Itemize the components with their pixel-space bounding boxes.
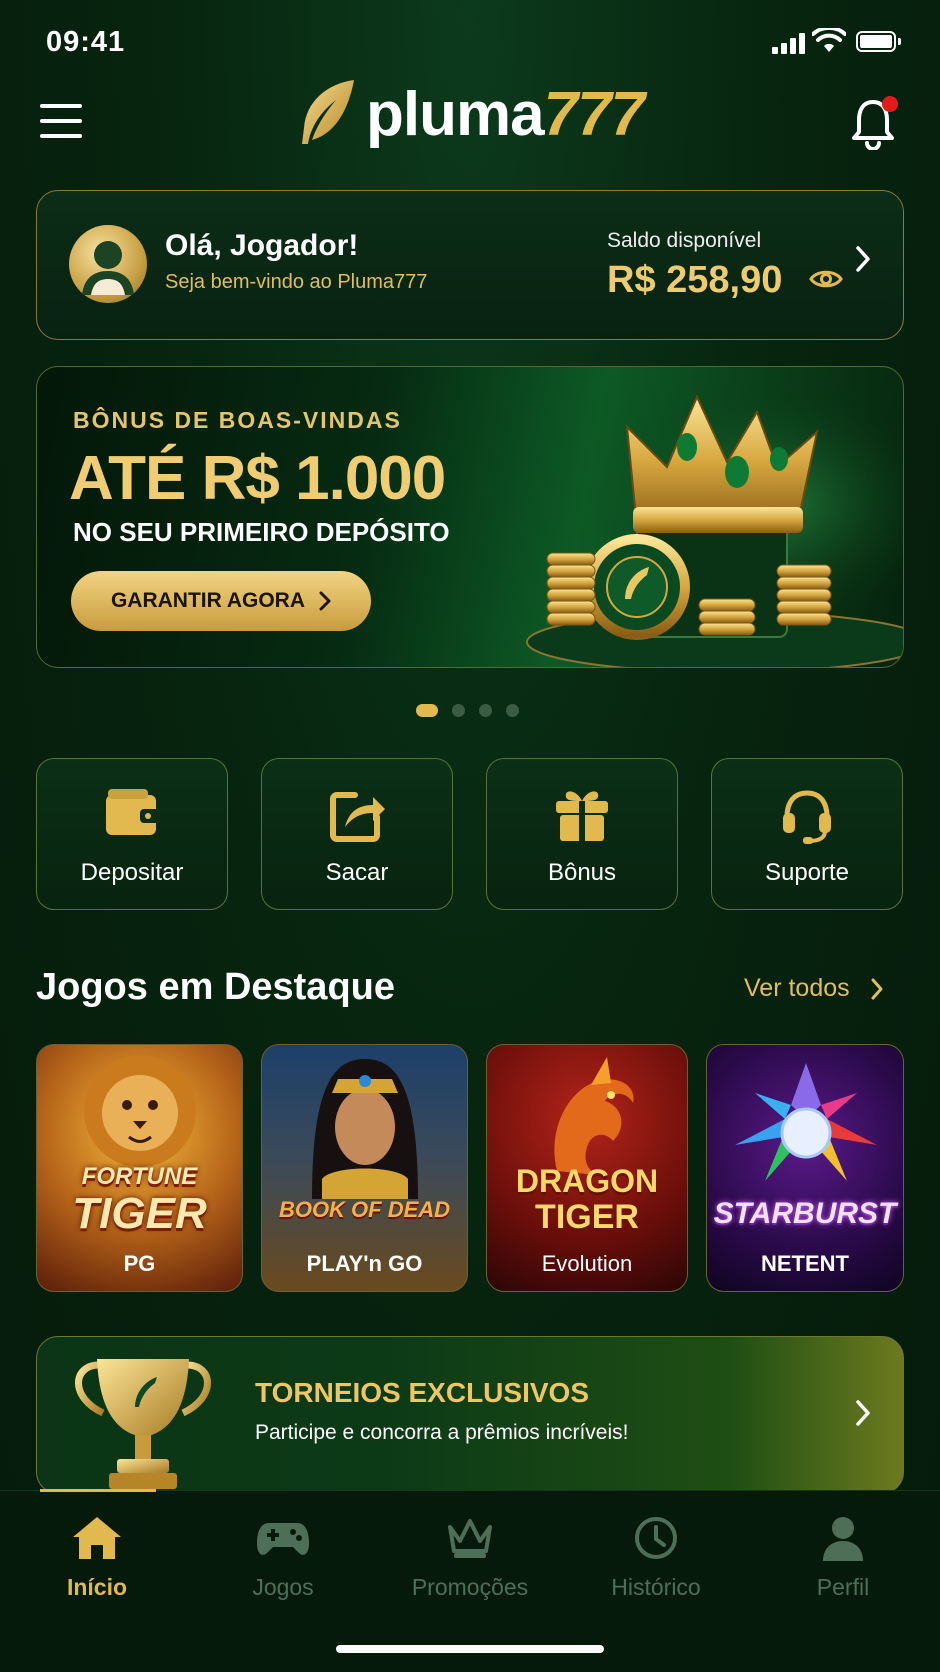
notifications-button[interactable]	[850, 96, 900, 150]
starburst-gem-icon	[735, 1063, 877, 1181]
tournaments-banner[interactable]: TORNEIOS EXCLUSIVOS Participe e concorra…	[36, 1336, 904, 1494]
nav-item-history[interactable]: Histórico	[581, 1515, 731, 1601]
feather-logo-icon	[302, 80, 354, 144]
balance-label: Saldo disponível	[607, 229, 762, 252]
featured-games-title: Jogos em Destaque	[36, 966, 395, 1008]
game-card-dragon-tiger[interactable]: DRAGON TIGER Evolution	[486, 1044, 688, 1292]
nav-label-games: Jogos	[252, 1574, 314, 1600]
nav-label-home: Início	[66, 1574, 128, 1600]
support-button[interactable]: Suporte	[711, 758, 903, 910]
greeting-text: Olá, Jogador!	[165, 229, 359, 262]
see-all-link[interactable]: Ver todos	[744, 974, 884, 1003]
avatar[interactable]	[69, 225, 147, 303]
support-label: Suporte	[764, 859, 850, 886]
chevron-right-icon	[856, 246, 870, 272]
withdraw-label: Sacar	[325, 859, 389, 886]
game-title-line2: TIGER	[535, 1198, 639, 1236]
tournament-description: Participe e concorra a prêmios incríveis…	[255, 1421, 629, 1444]
logo-text-accent: 777	[543, 79, 645, 149]
game-title-line1: DRAGON	[515, 1163, 659, 1199]
dragon-icon	[554, 1057, 634, 1175]
user-icon	[823, 1517, 863, 1561]
chevron-right-icon	[856, 1400, 870, 1426]
game-provider: Evolution	[541, 1251, 633, 1276]
see-all-label: Ver todos	[744, 974, 850, 1002]
game-provider: PLAY'n GO	[306, 1251, 423, 1276]
crown-icon	[448, 1519, 492, 1558]
user-avatar-icon	[82, 241, 134, 295]
nav-item-home[interactable]: Início	[22, 1515, 172, 1601]
lion-icon	[84, 1055, 196, 1167]
signal-icon	[772, 32, 808, 54]
user-balance-card[interactable]: Olá, Jogador! Seja bem-vindo ao Pluma777…	[36, 190, 904, 340]
menu-button[interactable]	[40, 104, 82, 138]
game-provider: NETENT	[761, 1251, 849, 1276]
battery-icon	[856, 31, 901, 52]
status-bar: 09:41	[0, 0, 940, 80]
home-indicator	[336, 1645, 604, 1653]
tournament-title: TORNEIOS EXCLUSIVOS	[255, 1377, 589, 1408]
claim-bonus-button[interactable]: GARANTIR AGORA	[71, 571, 371, 631]
deposit-button[interactable]: Depositar	[36, 758, 228, 910]
page-dot[interactable]	[479, 704, 492, 717]
game-card-starburst[interactable]: STARBURST NETENT	[706, 1044, 904, 1292]
nav-label-profile: Perfil	[816, 1574, 870, 1600]
game-card-fortune-tiger[interactable]: FORTUNE TIGER PG	[36, 1044, 243, 1292]
gift-icon	[556, 791, 608, 841]
claim-bonus-label: GARANTIR AGORA	[110, 589, 306, 612]
bottom-navigation: Início Jogos Promoções Histórico Perfil	[0, 1489, 940, 1672]
banner-description: NO SEU PRIMEIRO DEPÓSITO	[73, 517, 450, 547]
chevron-right-icon	[871, 978, 883, 999]
trophy-icon	[75, 1359, 211, 1489]
page-dot[interactable]	[506, 704, 519, 717]
pharaoh-queen-icon	[312, 1059, 418, 1199]
page-dot[interactable]	[452, 704, 465, 717]
wifi-icon	[812, 28, 846, 52]
app-screen: 09:41 pluma777 Olá, Jogador! Seja bem-vi…	[0, 0, 940, 1672]
bonus-button[interactable]: Bônus	[486, 758, 678, 910]
game-provider: PG	[123, 1251, 156, 1276]
game-title-line1: STARBURST	[713, 1197, 897, 1230]
eye-icon[interactable]	[809, 267, 843, 291]
chevron-right-icon	[319, 591, 331, 611]
page-dot-active[interactable]	[416, 704, 438, 717]
clock-icon	[635, 1517, 677, 1559]
withdraw-button[interactable]: Sacar	[261, 758, 453, 910]
banner-pagination	[416, 704, 519, 717]
wallet-icon	[106, 789, 160, 835]
banner-subtitle: BÔNUS DE BOAS-VINDAS	[73, 407, 402, 433]
logo-text-plain: pluma	[366, 79, 545, 149]
nav-label-promotions: Promoções	[411, 1574, 529, 1600]
nav-item-promotions[interactable]: Promoções	[395, 1515, 545, 1601]
home-icon	[73, 1517, 121, 1559]
nav-item-profile[interactable]: Perfil	[768, 1515, 918, 1601]
game-card-book-of-dead[interactable]: BOOK OF DEAD PLAY'n GO	[261, 1044, 468, 1292]
balance-value: R$ 258,90	[607, 259, 783, 301]
headset-icon	[783, 790, 831, 844]
game-title-line2: TIGER	[72, 1189, 207, 1238]
nav-item-games[interactable]: Jogos	[208, 1515, 358, 1601]
notification-badge	[882, 96, 898, 112]
nav-label-history: Histórico	[611, 1574, 701, 1600]
app-logo: pluma777	[296, 78, 645, 150]
active-tab-indicator	[40, 1489, 156, 1492]
game-title-line1: BOOK OF DEAD	[278, 1197, 451, 1222]
welcome-bonus-banner[interactable]: BÔNUS DE BOAS-VINDAS ATÉ R$ 1.000 NO SEU…	[36, 366, 904, 668]
welcome-text: Seja bem-vindo ao Pluma777	[165, 271, 428, 293]
status-time: 09:41	[46, 26, 126, 58]
banner-title: ATÉ R$ 1.000	[69, 444, 446, 513]
withdraw-icon	[330, 792, 385, 842]
gamepad-icon	[257, 1523, 309, 1555]
game-title-line1: FORTUNE	[81, 1163, 198, 1190]
deposit-label: Depositar	[80, 859, 184, 886]
bonus-label: Bônus	[547, 859, 617, 886]
